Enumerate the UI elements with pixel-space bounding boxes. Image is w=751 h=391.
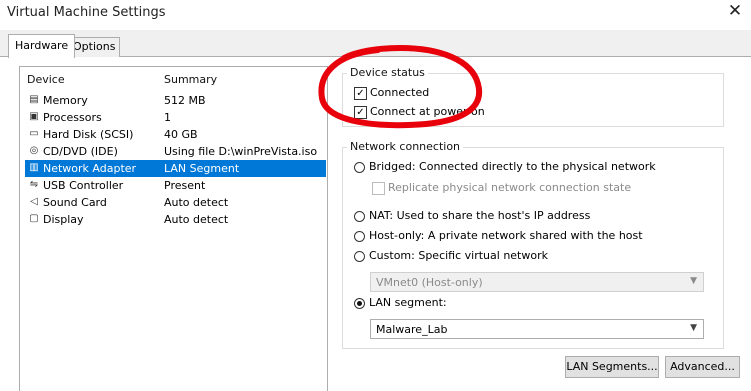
chevron-down-icon: ▼: [690, 323, 697, 333]
device-row-display[interactable]: ▢ Display Auto detect: [25, 211, 326, 228]
lan-segment-dropdown[interactable]: Malware_Lab ▼: [370, 319, 704, 339]
device-summary: Auto detect: [164, 213, 229, 226]
device-name: Processors: [43, 111, 102, 124]
device-name: Network Adapter: [43, 162, 137, 175]
lan-segments-button[interactable]: LAN Segments...: [565, 356, 659, 378]
device-name: Hard Disk (SCSI): [43, 128, 134, 141]
sound-card-icon: ◁: [30, 196, 38, 207]
cd-dvd-icon: ◎: [29, 145, 39, 156]
device-row-memory[interactable]: ▤ Memory 512 MB: [25, 92, 326, 109]
custom-network-value: VMnet0 (Host-only): [376, 276, 483, 289]
chevron-down-icon: ▼: [690, 276, 697, 286]
column-header-device[interactable]: Device: [27, 73, 65, 86]
processor-icon: ▣: [29, 111, 39, 122]
bridged-label[interactable]: Bridged: Connected directly to the physi…: [369, 160, 656, 173]
custom-network-dropdown[interactable]: VMnet0 (Host-only) ▼: [370, 272, 704, 292]
lan-segment-label[interactable]: LAN segment:: [369, 296, 447, 309]
lan-segment-radio[interactable]: [354, 298, 365, 309]
radio-selected-dot: [357, 301, 362, 306]
lan-segment-value: Malware_Lab: [376, 323, 448, 336]
device-name: Sound Card: [43, 196, 107, 209]
device-summary: LAN Segment: [164, 162, 240, 175]
host-only-label[interactable]: Host-only: A private network shared with…: [369, 229, 643, 242]
device-summary: 512 MB: [164, 94, 206, 107]
column-header-summary[interactable]: Summary: [164, 73, 217, 86]
hard-disk-icon: ▭: [29, 128, 39, 139]
host-only-radio[interactable]: [354, 231, 365, 242]
device-summary: Using file D:\winPreVista.iso: [164, 145, 318, 158]
nat-label[interactable]: NAT: Used to share the host's IP address: [369, 209, 590, 222]
custom-radio[interactable]: [354, 251, 365, 262]
display-icon: ▢: [29, 213, 39, 224]
device-row-cd-dvd[interactable]: ◎ CD/DVD (IDE) Using file D:\winPreVista…: [25, 143, 326, 160]
device-row-usb-controller[interactable]: ⇋ USB Controller Present: [25, 177, 326, 194]
tab-hardware[interactable]: Hardware: [8, 34, 76, 58]
device-summary: Auto detect: [164, 196, 229, 209]
device-row-hard-disk[interactable]: ▭ Hard Disk (SCSI) 40 GB: [25, 126, 326, 143]
device-name: Display: [43, 213, 84, 226]
network-adapter-icon: ▥: [29, 162, 39, 173]
network-connection-title: Network connection: [347, 140, 464, 153]
bridged-radio[interactable]: [354, 162, 365, 173]
device-summary: 40 GB: [164, 128, 198, 141]
red-circle-annotation: [318, 45, 483, 129]
memory-icon: ▤: [29, 94, 39, 105]
device-name: Memory: [43, 94, 88, 107]
device-name: CD/DVD (IDE): [43, 145, 118, 158]
nat-radio[interactable]: [354, 211, 365, 222]
window-title: Virtual Machine Settings: [7, 5, 166, 20]
tab-options[interactable]: Options: [68, 37, 121, 57]
usb-icon: ⇋: [29, 179, 39, 190]
device-row-processors[interactable]: ▣ Processors 1: [25, 109, 326, 126]
replicate-state-label[interactable]: Replicate physical network connection st…: [388, 181, 631, 194]
device-name: USB Controller: [43, 179, 124, 192]
device-row-network-adapter[interactable]: ▥ Network Adapter LAN Segment: [25, 160, 326, 177]
advanced-button[interactable]: Advanced...: [665, 356, 740, 378]
close-icon[interactable]: ✕: [725, 2, 745, 22]
replicate-state-checkbox[interactable]: [372, 182, 385, 195]
device-row-sound-card[interactable]: ◁ Sound Card Auto detect: [25, 194, 326, 211]
device-summary: Present: [164, 179, 206, 192]
custom-label[interactable]: Custom: Specific virtual network: [369, 249, 548, 262]
device-summary: 1: [164, 111, 171, 124]
